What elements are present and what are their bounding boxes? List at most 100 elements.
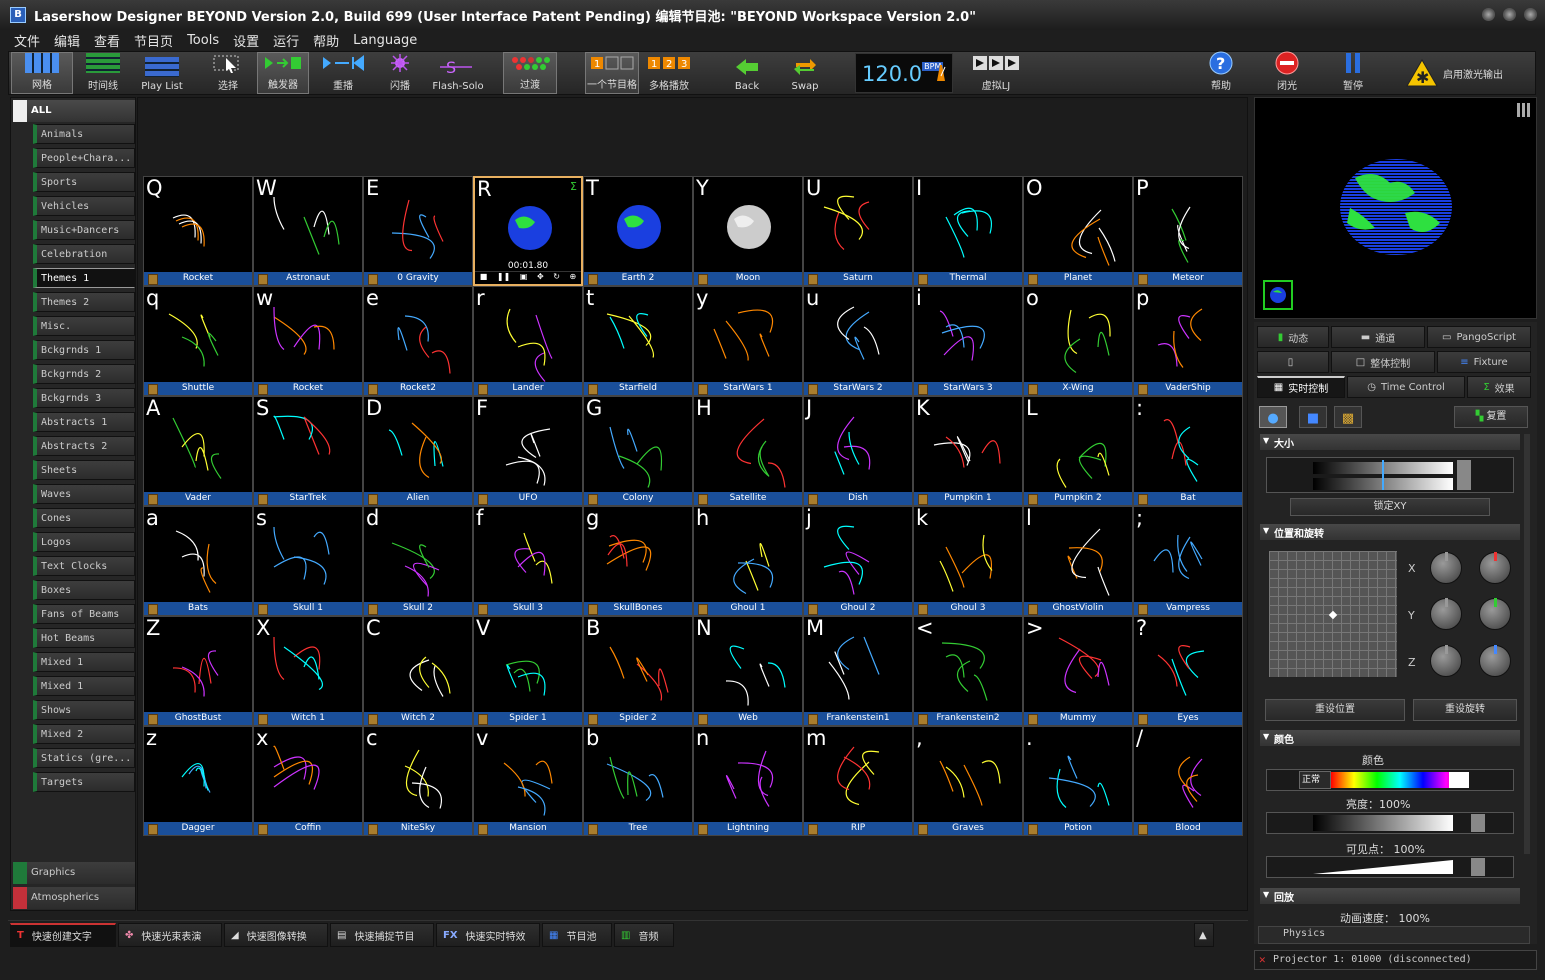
cue-cell[interactable]: B Spider 2 <box>583 616 693 726</box>
cue-cell[interactable]: h Ghoul 1 <box>693 506 803 616</box>
tab-document[interactable]: ▯ <box>1257 351 1329 373</box>
menu-language[interactable]: Language <box>353 33 417 48</box>
back-button[interactable]: Back <box>727 52 767 94</box>
tab-master-control[interactable]: □ 整体控制 <box>1331 351 1435 373</box>
help-button[interactable]: ? 帮助 <box>1201 51 1241 94</box>
quick-capture-button[interactable]: ▤ 快速捕捉节目 <box>330 923 434 947</box>
cue-cell[interactable]: S StarTrek <box>253 396 363 506</box>
category-item[interactable]: Shows <box>33 700 135 720</box>
reset-rotation-button[interactable]: 重设旋转 <box>1413 699 1517 721</box>
cue-cell[interactable]: C Witch 2 <box>363 616 473 726</box>
category-item[interactable]: Mixed 2 <box>33 724 135 744</box>
cue-cell[interactable]: x Coffin <box>253 726 363 836</box>
category-item[interactable]: Abstracts 2 <box>33 436 135 456</box>
cue-cell[interactable]: o X-Wing <box>1023 286 1133 396</box>
color-section-header[interactable]: 颜色 <box>1260 730 1520 746</box>
category-all[interactable]: ALL <box>13 100 135 122</box>
pause-button[interactable]: 暂停 <box>1333 52 1373 94</box>
category-item[interactable]: Bckgrnds 1 <box>33 340 135 360</box>
cue-cell[interactable]: c NiteSky <box>363 726 473 836</box>
cue-cell[interactable]: u StarWars 2 <box>803 286 913 396</box>
category-item[interactable]: Mixed 1 <box>33 652 135 672</box>
position-z-knob[interactable] <box>1430 645 1462 677</box>
size-section-header[interactable]: 大小 <box>1260 434 1520 450</box>
brightness-handle[interactable] <box>1471 814 1485 832</box>
visible-points-handle[interactable] <box>1471 858 1485 876</box>
physics-section[interactable]: Physics <box>1258 926 1530 944</box>
category-item[interactable]: Statics (gre... <box>33 748 135 768</box>
save-icon[interactable]: ▣ <box>520 272 528 284</box>
cue-cell[interactable]: V Spider 1 <box>473 616 583 726</box>
position-marker[interactable] <box>1328 610 1338 620</box>
position-section-header[interactable]: 位置和旋转 <box>1260 524 1520 540</box>
cue-cell[interactable]: G Colony <box>583 396 693 506</box>
quick-beams-button[interactable]: ✤ 快速光束表演 <box>118 923 222 947</box>
cue-cell[interactable]: U Saturn <box>803 176 913 286</box>
quick-text-button[interactable]: T 快速创建文字 <box>10 923 116 947</box>
cue-pool-button[interactable]: ▦ 节目池 <box>542 923 612 947</box>
cue-cell[interactable]: j Ghoul 2 <box>803 506 913 616</box>
cue-playback-controls[interactable]: ■ ❚❚ ▣ ✥ ↻ ⊕ <box>475 271 581 284</box>
cue-cell[interactable]: M Frankenstein1 <box>803 616 913 726</box>
cue-cell[interactable]: > Mummy <box>1023 616 1133 726</box>
cue-cell[interactable]: K Pumpkin 1 <box>913 396 1023 506</box>
projector-zone-thumb[interactable] <box>1263 280 1293 310</box>
pause-icon[interactable]: ❚❚ <box>497 272 510 284</box>
cue-cell[interactable]: r Lander <box>473 286 583 396</box>
tab-live-control[interactable]: ▦ 实时控制 <box>1257 376 1345 398</box>
cue-cell[interactable]: L Pumpkin 2 <box>1023 396 1133 506</box>
category-item[interactable]: People+Chara... <box>33 148 135 168</box>
cue-cell[interactable]: ; Vampress <box>1133 506 1243 616</box>
collapse-panel-button[interactable]: ▲ <box>1194 923 1214 947</box>
cue-cell[interactable]: i StarWars 3 <box>913 286 1023 396</box>
cue-cell[interactable]: z Dagger <box>143 726 253 836</box>
cue-cell[interactable]: k Ghoul 3 <box>913 506 1023 616</box>
cue-cell[interactable]: A Vader <box>143 396 253 506</box>
minimize-button[interactable] <box>1482 8 1495 21</box>
stop-icon[interactable]: ■ <box>480 272 488 284</box>
quick-live-fx-button[interactable]: FX 快速实时特效 <box>436 923 540 947</box>
size-slider[interactable] <box>1266 457 1514 493</box>
cue-cell[interactable]: p VaderShip <box>1133 286 1243 396</box>
fade-button[interactable]: 过渡 <box>503 52 557 94</box>
flash-solo-button[interactable]: S Flash-Solo <box>427 52 489 94</box>
cue-cell[interactable]: : Bat <box>1133 396 1243 506</box>
bpm-display[interactable]: 120.0 BPM <box>855 53 953 93</box>
tab-effects[interactable]: Σ 效果 <box>1467 376 1531 398</box>
menu-run[interactable]: 运行 <box>273 31 299 50</box>
swap-button[interactable]: Swap <box>785 52 825 94</box>
repeat-mode-button[interactable]: 重播 <box>315 52 371 94</box>
cue-cell[interactable]: v Mansion <box>473 726 583 836</box>
right-panel-scrollbar[interactable] <box>1524 434 1530 854</box>
cue-cell[interactable]: I Thermal <box>913 176 1023 286</box>
flash-mode-button[interactable]: 闪播 <box>375 52 425 94</box>
category-atmospherics[interactable]: Atmospherics <box>13 887 135 909</box>
cue-cell[interactable]: R Σ 00:01.80 ■ ❚❚ ▣ ✥ ↻ ⊕ <box>473 176 583 286</box>
rotation-y-knob[interactable] <box>1479 598 1511 630</box>
category-item[interactable]: Sheets <box>33 460 135 480</box>
cue-cell[interactable]: N Web <box>693 616 803 726</box>
menu-tools[interactable]: Tools <box>187 33 219 48</box>
timeline-view-button[interactable]: 时间线 <box>75 52 131 94</box>
playback-section-header[interactable]: 回放 <box>1260 888 1520 904</box>
multi-cue-button[interactable]: 1 2 3 多格播放 <box>641 52 697 94</box>
cue-cell[interactable]: e Rocket2 <box>363 286 473 396</box>
cue-cell[interactable]: . Potion <box>1023 726 1133 836</box>
cue-cell[interactable]: q Shuttle <box>143 286 253 396</box>
menu-cue-page[interactable]: 节目页 <box>134 31 173 50</box>
rotation-z-knob[interactable] <box>1479 645 1511 677</box>
cue-cell[interactable]: a Bats <box>143 506 253 616</box>
category-item[interactable]: Vehicles <box>33 196 135 216</box>
globe-mode-button[interactable]: ● <box>1259 406 1287 428</box>
preview-grid-icon[interactable] <box>1517 103 1531 117</box>
menu-file[interactable]: 文件 <box>14 31 40 50</box>
cue-cell[interactable]: Y Moon <box>693 176 803 286</box>
visible-points-slider[interactable] <box>1266 856 1514 878</box>
color-mode-button[interactable]: ▩ <box>1334 406 1362 428</box>
color-slider[interactable]: 正常 <box>1266 769 1514 791</box>
cue-cell[interactable]: t Starfield <box>583 286 693 396</box>
cue-cell[interactable]: Q Rocket <box>143 176 253 286</box>
category-item[interactable]: Misc. <box>33 316 135 336</box>
brightness-slider[interactable] <box>1266 812 1514 834</box>
category-graphics[interactable]: Graphics <box>13 862 135 884</box>
